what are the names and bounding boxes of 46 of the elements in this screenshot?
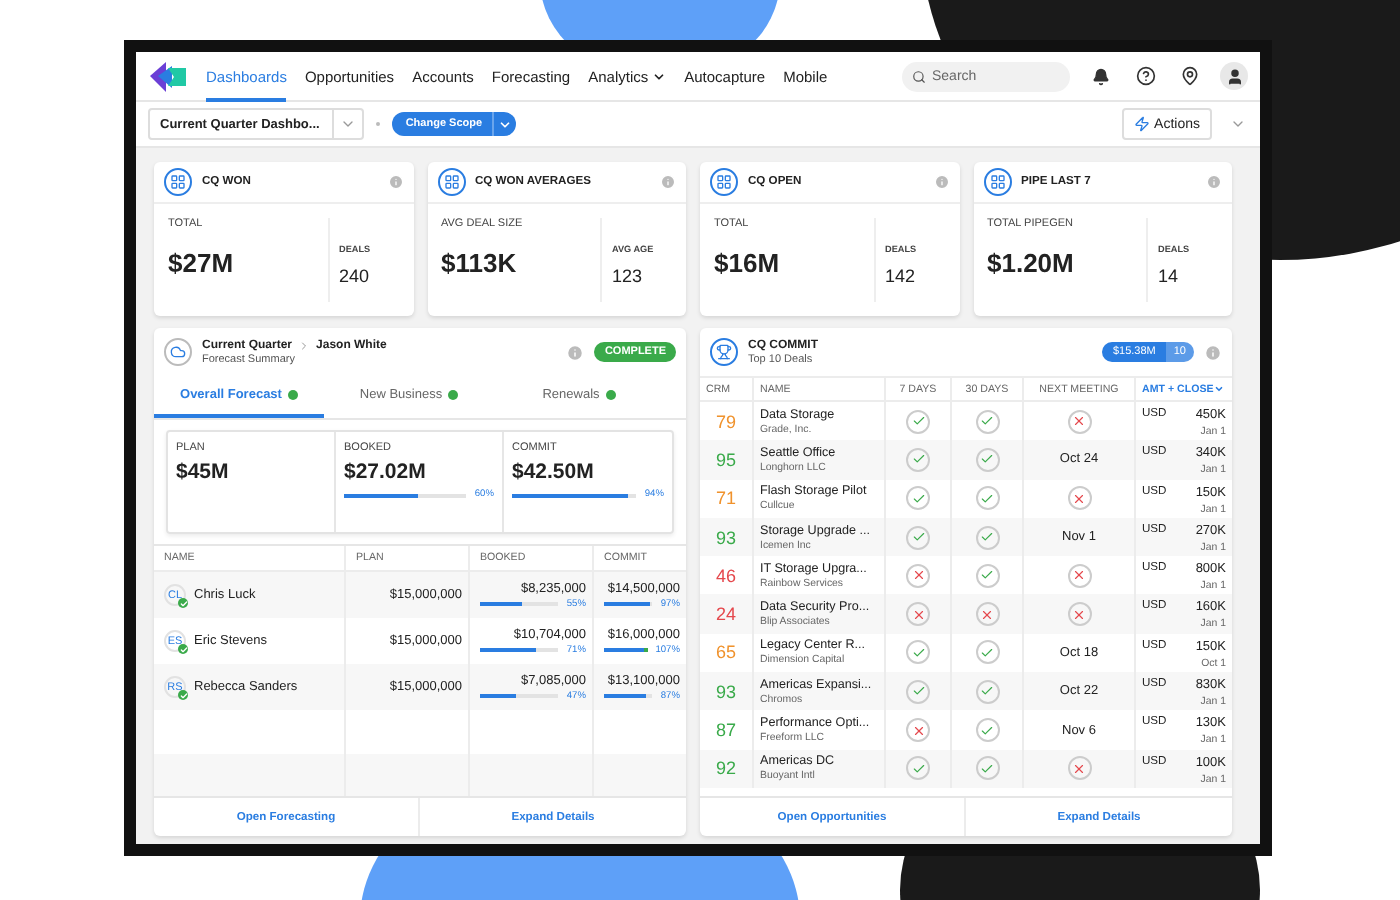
- summary-value: $27.02M: [344, 460, 428, 484]
- cloud-icon: [164, 338, 192, 366]
- caret-icon: [498, 117, 513, 131]
- chevron-icon: [298, 339, 311, 351]
- bell-icon[interactable]: [1088, 63, 1114, 89]
- help-icon[interactable]: [1132, 63, 1158, 89]
- metric-value: 123: [612, 266, 645, 286]
- crm-score: 65: [715, 642, 736, 663]
- search-icon: [912, 69, 926, 83]
- metric-value: $27M: [168, 248, 236, 278]
- check-badge-icon: [178, 598, 188, 608]
- info-icon[interactable]: [566, 343, 585, 361]
- metric-value: $1.20M: [987, 248, 1076, 278]
- user-avatar[interactable]: [1220, 62, 1248, 90]
- trophy-icon: [710, 338, 738, 366]
- crm-score: 92: [715, 758, 736, 779]
- grid-icon: [437, 168, 465, 196]
- info-icon[interactable]: [387, 174, 403, 190]
- crm-score: 24: [715, 604, 736, 625]
- caret-icon: [339, 116, 356, 132]
- crm-score: 93: [715, 527, 736, 548]
- info-icon[interactable]: [1204, 343, 1222, 361]
- grid-icon: [710, 168, 738, 196]
- metric-value: 240: [339, 266, 372, 286]
- check-badge-icon: [178, 644, 188, 654]
- crm-score: 95: [715, 449, 736, 470]
- info-icon[interactable]: [933, 174, 949, 190]
- grid-icon: [983, 168, 1011, 196]
- crm-score: 93: [715, 681, 736, 702]
- info-icon[interactable]: [1206, 174, 1222, 190]
- check-badge-icon: [178, 690, 188, 700]
- crm-score: 71: [715, 488, 736, 509]
- logo-icon: [148, 59, 188, 93]
- summary-value: $42.50M: [512, 460, 596, 484]
- metric-value: 142: [885, 266, 918, 286]
- crm-score: 46: [715, 565, 736, 586]
- crm-score: 87: [715, 720, 736, 741]
- caret-icon: [1213, 384, 1224, 394]
- crm-score: 79: [715, 411, 736, 432]
- lightning-icon: [1134, 116, 1151, 132]
- metric-value: $113K: [441, 248, 519, 278]
- metric-value: $16M: [714, 248, 782, 278]
- info-icon[interactable]: [660, 174, 676, 190]
- summary-value: $45M: [176, 460, 231, 484]
- grid-icon: [164, 168, 192, 196]
- metric-value: 14: [1158, 266, 1181, 286]
